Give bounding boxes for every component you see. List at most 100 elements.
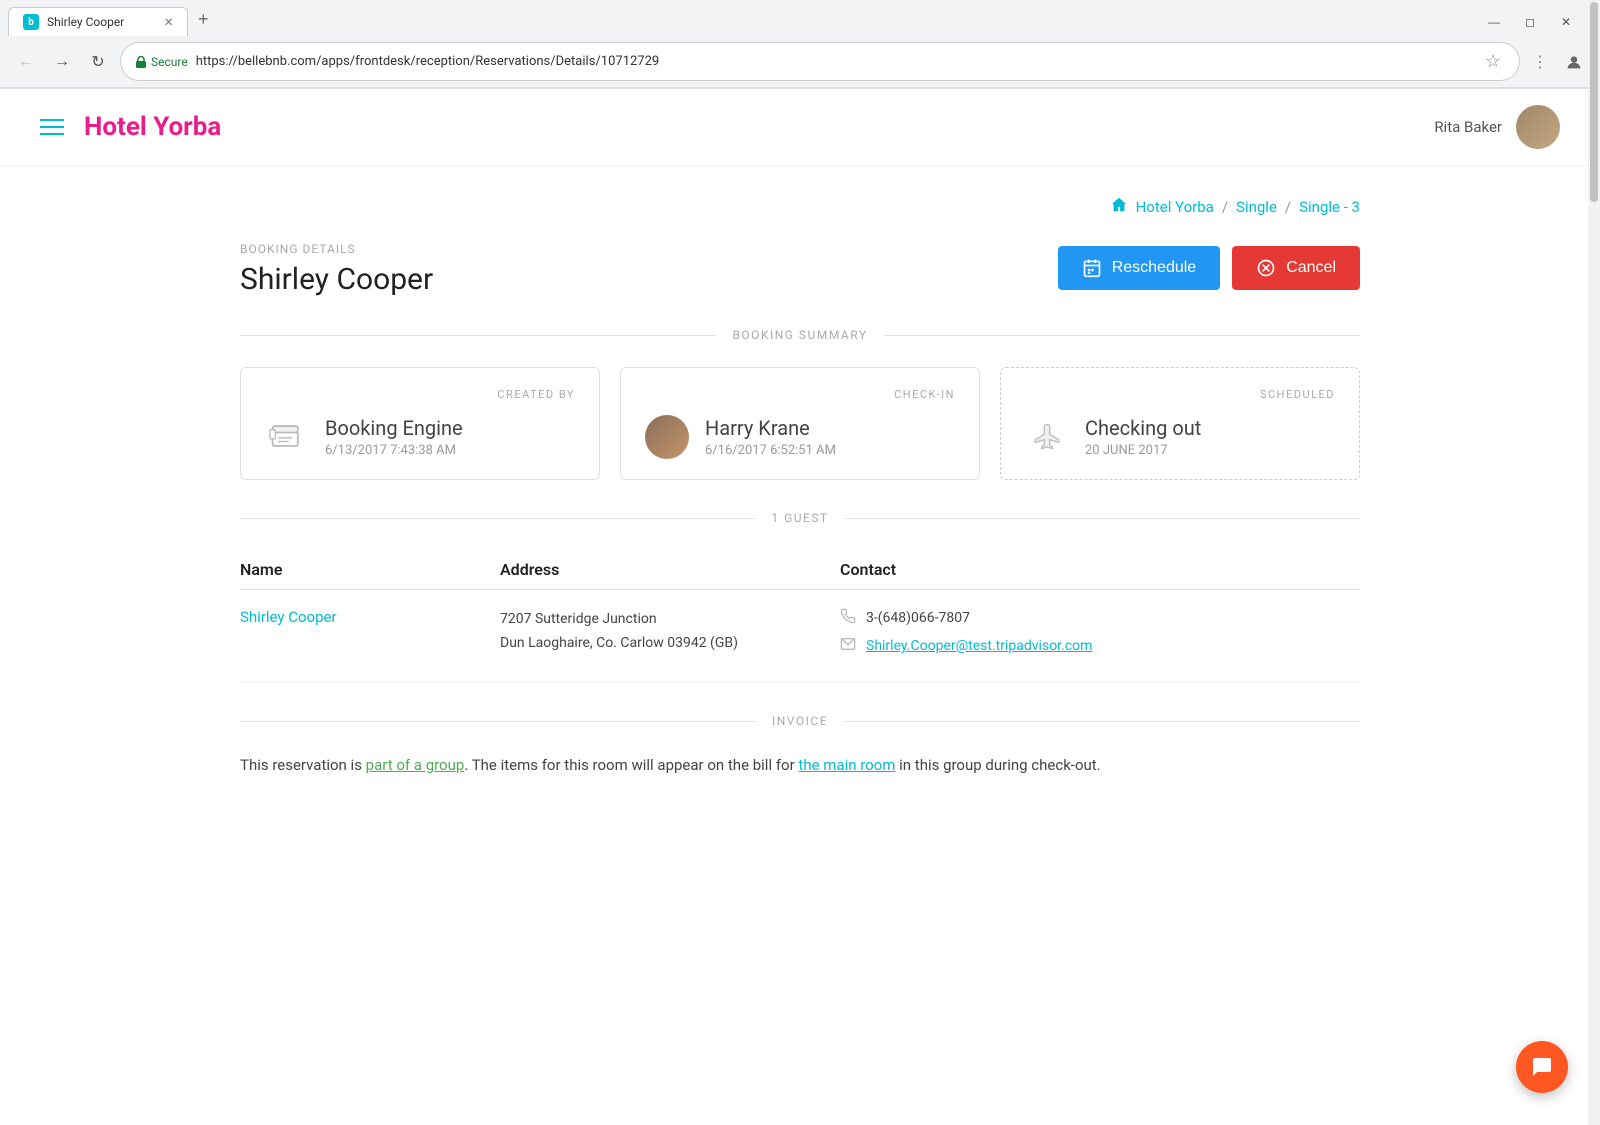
home-icon (1110, 196, 1128, 218)
email-icon (840, 636, 856, 656)
booking-header-left: BOOKING DETAILS Shirley Cooper (240, 242, 433, 297)
breadcrumb-single[interactable]: Single (1236, 198, 1277, 216)
back-button[interactable]: ← (12, 48, 40, 76)
minimize-button[interactable]: — (1480, 8, 1508, 36)
breadcrumb-hotel[interactable]: Hotel Yorba (1136, 198, 1214, 216)
invoice-text-before: This reservation is (240, 756, 366, 774)
reschedule-button[interactable]: Reschedule (1058, 246, 1221, 290)
breadcrumb: Hotel Yorba / Single / Single - 3 (240, 196, 1360, 218)
tab-title: Shirley Cooper (47, 15, 156, 29)
phone-item: 3-(648)066-7807 (840, 608, 1360, 628)
active-tab[interactable]: b Shirley Cooper × (8, 7, 188, 36)
guest-address-cell: 7207 Sutteridge Junction Dun Laoghaire, … (500, 590, 840, 683)
guest-table: Name Address Contact Shirley Cooper 7207… (240, 550, 1360, 683)
invoice-label: INVOICE (756, 714, 844, 728)
invoice-text: This reservation is part of a group. The… (240, 753, 1360, 779)
browser-toolbar: ← → ↻ Secure https://bellebnb.com/apps/f… (0, 36, 1600, 88)
checkout-date: 20 JUNE 2017 (1085, 443, 1201, 458)
group-link[interactable]: part of a group (366, 756, 465, 774)
col-name: Name (240, 550, 500, 590)
scrollbar-track (1588, 0, 1600, 1125)
guest-row: Shirley Cooper 7207 Sutteridge Junction … (240, 590, 1360, 683)
email-link[interactable]: Shirley.Cooper@test.tripadvisor.com (866, 638, 1092, 654)
avatar[interactable] (1516, 105, 1560, 149)
cancel-button[interactable]: Cancel (1232, 246, 1360, 290)
booking-engine-icon (265, 415, 309, 459)
chat-fab-button[interactable] (1516, 1041, 1568, 1093)
col-address: Address (500, 550, 840, 590)
main-room-link[interactable]: the main room (798, 756, 895, 774)
header-right: Rita Baker (1434, 105, 1560, 149)
booking-header: BOOKING DETAILS Shirley Cooper Reschedul… (240, 242, 1360, 297)
guests-divider: 1 GUEST (240, 510, 1360, 526)
breadcrumb-sep1: / (1222, 198, 1228, 216)
booking-actions: Reschedule Cancel (1058, 246, 1360, 290)
restore-button[interactable]: ◻ (1516, 8, 1544, 36)
new-tab-button[interactable]: + (188, 3, 219, 36)
col-contact: Contact (840, 550, 1360, 590)
browser-tabs: b Shirley Cooper × + — ◻ ✕ (0, 0, 1600, 36)
guest-name-cell: Shirley Cooper (240, 590, 500, 683)
checkout-label: SCHEDULED (1025, 388, 1335, 401)
guest-contact-cell: 3-(648)066-7807 Shirley.Cooper@test.trip… (840, 590, 1360, 683)
close-window-button[interactable]: ✕ (1552, 8, 1580, 36)
booking-summary-label: BOOKING SUMMARY (716, 328, 883, 342)
email-item: Shirley.Cooper@test.tripadvisor.com (840, 636, 1360, 656)
checkin-name: Harry Krane (705, 416, 836, 440)
invoice-text-middle: . The items for this room will appear on… (464, 756, 798, 774)
checkin-card: CHECK-IN Harry Krane 6/16/2017 6:52:51 A… (620, 367, 980, 480)
card-info-checkin: Harry Krane 6/16/2017 6:52:51 AM (705, 416, 836, 458)
user-name: Rita Baker (1434, 118, 1502, 136)
breadcrumb-room[interactable]: Single - 3 (1299, 198, 1360, 216)
plane-icon (1025, 415, 1069, 459)
cancel-label: Cancel (1286, 259, 1336, 277)
extensions-button[interactable]: ⋮ (1528, 48, 1552, 76)
address-line2: Dun Laoghaire, Co. Carlow 03942 (GB) (500, 632, 840, 656)
scrollbar-thumb[interactable] (1590, 2, 1598, 202)
checkin-label: CHECK-IN (645, 388, 955, 401)
phone-icon (840, 608, 856, 628)
checkin-date: 6/16/2017 6:52:51 AM (705, 443, 836, 458)
profile-button[interactable] (1560, 48, 1588, 76)
phone-number: 3-(648)066-7807 (866, 610, 970, 626)
app-header: Hotel Yorba Rita Baker (0, 89, 1600, 166)
header-left: Hotel Yorba (40, 112, 221, 142)
logo-yorba: Yorba (153, 112, 221, 142)
card-content-checkout: Checking out 20 JUNE 2017 (1025, 415, 1335, 459)
summary-cards: CREATED BY Booking Engine 6/13/2017 7:43… (240, 367, 1360, 480)
invoice-text-after: in this group during check-out. (895, 756, 1100, 774)
secure-badge: Secure (135, 55, 188, 69)
tab-favicon: b (23, 14, 39, 30)
engine-name: Booking Engine (325, 416, 463, 440)
checkout-card: SCHEDULED Checking out 20 JUNE 2017 (1000, 367, 1360, 480)
tab-close-button[interactable]: × (164, 14, 173, 30)
created-by-label: CREATED BY (265, 388, 575, 401)
booking-label: BOOKING DETAILS (240, 242, 433, 256)
reload-button[interactable]: ↻ (84, 48, 112, 76)
booking-summary-divider: BOOKING SUMMARY (240, 327, 1360, 343)
url-text: https://bellebnb.com/apps/frontdesk/rece… (196, 54, 1473, 69)
bookmark-button[interactable]: ☆ (1481, 47, 1505, 76)
address-line1: 7207 Sutteridge Junction (500, 608, 840, 632)
logo-hotel: Hotel (84, 112, 153, 142)
engine-date: 6/13/2017 7:43:38 AM (325, 443, 463, 458)
guest-link[interactable]: Shirley Cooper (240, 608, 337, 626)
card-content-checkin: Harry Krane 6/16/2017 6:52:51 AM (645, 415, 955, 459)
card-info-checkout: Checking out 20 JUNE 2017 (1085, 416, 1201, 458)
card-content-created: Booking Engine 6/13/2017 7:43:38 AM (265, 415, 575, 459)
created-by-card: CREATED BY Booking Engine 6/13/2017 7:43… (240, 367, 600, 480)
address-bar[interactable]: Secure https://bellebnb.com/apps/frontde… (120, 42, 1520, 81)
main-content: Hotel Yorba / Single / Single - 3 BOOKIN… (200, 166, 1400, 819)
invoice-divider: INVOICE (240, 713, 1360, 729)
card-info-engine: Booking Engine 6/13/2017 7:43:38 AM (325, 416, 463, 458)
browser-chrome: b Shirley Cooper × + — ◻ ✕ ← → ↻ Secure … (0, 0, 1600, 89)
hamburger-menu[interactable] (40, 119, 64, 135)
checkout-text: Checking out (1085, 416, 1201, 440)
checkin-avatar (645, 415, 689, 459)
breadcrumb-sep2: / (1285, 198, 1291, 216)
logo: Hotel Yorba (84, 112, 221, 142)
guest-name: Shirley Cooper (240, 262, 433, 297)
guests-label: 1 GUEST (755, 511, 844, 525)
forward-button[interactable]: → (48, 48, 76, 76)
reschedule-label: Reschedule (1112, 259, 1197, 277)
